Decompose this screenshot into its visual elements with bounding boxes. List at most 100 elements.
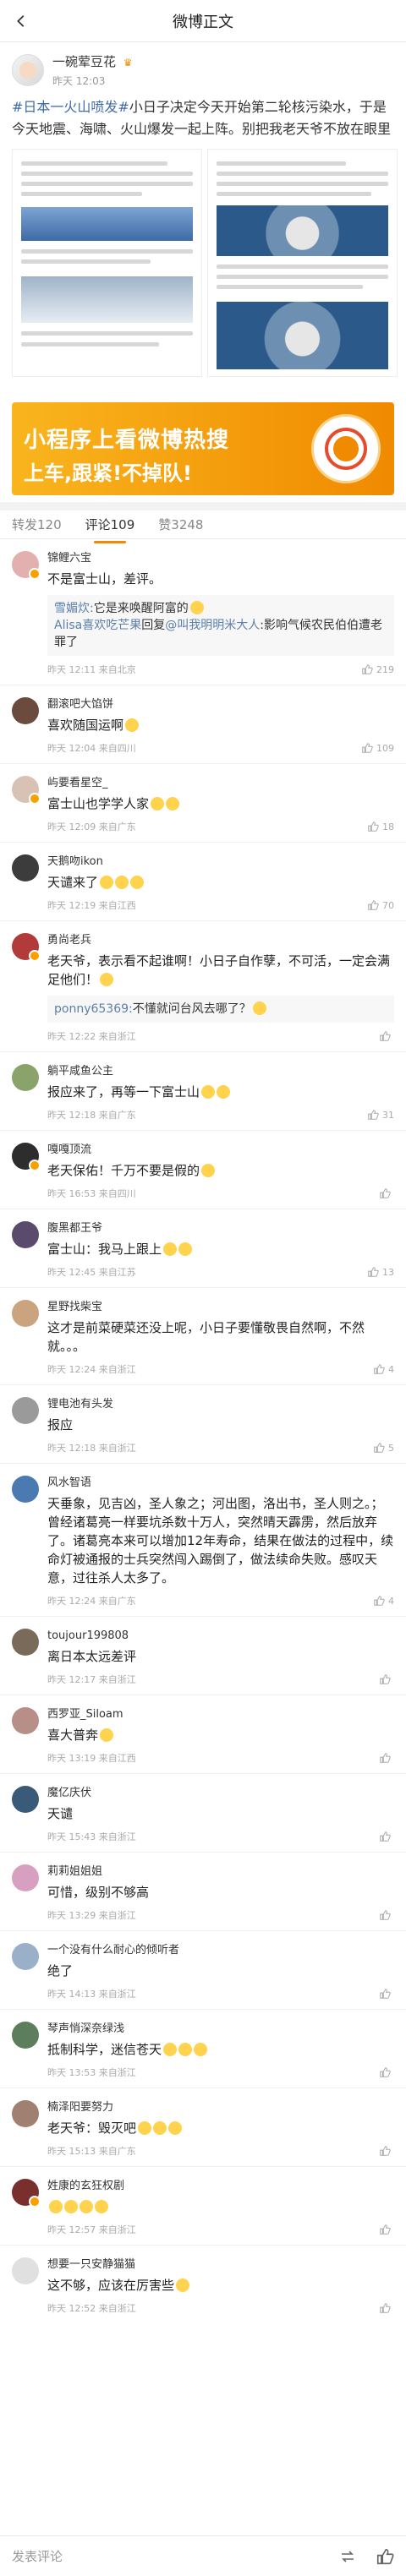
author-avatar[interactable] bbox=[12, 54, 44, 86]
comment-username[interactable]: 翻滚吧大馅饼 bbox=[47, 697, 394, 712]
emoji-icon bbox=[168, 2121, 183, 2135]
list-item: 莉莉姐姐姐 可惜，级别不够高 昨天 13:29 来自浙江 bbox=[0, 1853, 406, 1931]
comment-text: 老天爷：毁灭吧 bbox=[47, 2120, 137, 2136]
avatar[interactable] bbox=[12, 1707, 39, 1734]
like-button[interactable] bbox=[379, 2145, 394, 2157]
comment-username[interactable]: 魔亿庆伏 bbox=[47, 1786, 394, 1801]
like-button[interactable] bbox=[379, 1988, 394, 2000]
avatar[interactable] bbox=[12, 1864, 39, 1891]
emoji-icon bbox=[178, 2043, 193, 2056]
avatar[interactable] bbox=[12, 551, 41, 580]
comment-username[interactable]: 琴声悄深奈绿浅 bbox=[47, 2022, 394, 2037]
like-button[interactable] bbox=[379, 1673, 394, 1685]
comment-meta: 昨天 12:17 来自浙江 bbox=[47, 1674, 136, 1685]
like-button[interactable]: 13 bbox=[367, 1266, 394, 1278]
post-image-volcano-screenshot[interactable] bbox=[207, 149, 398, 377]
comment-input[interactable]: 发表评论 bbox=[12, 2547, 338, 2565]
avatar[interactable] bbox=[12, 2022, 39, 2049]
comment-username[interactable]: 腹黑都王爷 bbox=[47, 1221, 394, 1236]
avatar[interactable] bbox=[12, 2257, 39, 2284]
like-button[interactable]: 5 bbox=[373, 1442, 394, 1454]
comment-username[interactable]: 一个没有什么耐心的倾听者 bbox=[47, 1943, 394, 1958]
emoji-icon bbox=[189, 601, 204, 614]
list-item: 躺平咸鱼公主 报应来了，再等一下富士山 昨天 12:18 来自广东 31 bbox=[0, 1052, 406, 1131]
comment-username[interactable]: 嘎嘎顶流 bbox=[47, 1143, 394, 1158]
like-button[interactable] bbox=[379, 1030, 394, 1042]
thumbs-up-icon bbox=[380, 2224, 391, 2235]
tab-reposts[interactable]: 转发120 bbox=[12, 506, 62, 543]
comment-username[interactable]: 莉莉姐姐姐 bbox=[47, 1864, 394, 1880]
comment-replies[interactable]: ponny65369:不懂就问台风去哪了？ bbox=[47, 996, 394, 1023]
chevron-left-icon bbox=[17, 15, 25, 27]
like-button[interactable]: 70 bbox=[367, 899, 394, 911]
avatar[interactable] bbox=[12, 1143, 41, 1171]
comment-meta: 昨天 15:43 来自浙江 bbox=[47, 1831, 136, 1842]
back-button[interactable] bbox=[8, 8, 34, 34]
like-button[interactable] bbox=[379, 1752, 394, 1764]
avatar[interactable] bbox=[12, 1300, 39, 1327]
avatar[interactable] bbox=[12, 697, 39, 724]
like-button[interactable] bbox=[379, 1831, 394, 1842]
comment-username[interactable]: 风水智语 bbox=[47, 1476, 394, 1491]
like-button[interactable]: 109 bbox=[361, 742, 394, 754]
comment-username[interactable]: 屿要看星空_ bbox=[47, 776, 394, 791]
like-button[interactable]: 4 bbox=[373, 1595, 394, 1607]
comment-meta: 昨天 12:19 来自江西 bbox=[47, 900, 136, 911]
avatar[interactable] bbox=[12, 1064, 39, 1091]
post-author: 一碗荤豆花 ♛ 昨天 12:03 bbox=[12, 52, 394, 88]
avatar[interactable] bbox=[12, 2179, 41, 2208]
emoji-icon bbox=[125, 718, 140, 732]
emoji-icon bbox=[100, 973, 114, 986]
avatar[interactable] bbox=[12, 2100, 39, 2127]
comment-username[interactable]: 勇尚老兵 bbox=[47, 933, 394, 948]
comment-username[interactable]: 姓康的玄狂权剧 bbox=[47, 2179, 394, 2194]
comment-meta: 昨天 12:22 来自浙江 bbox=[47, 1031, 136, 1042]
like-button[interactable]: 31 bbox=[367, 1109, 394, 1121]
avatar[interactable] bbox=[12, 1221, 39, 1248]
comment-username[interactable]: 天鹅吻ikon bbox=[47, 854, 394, 870]
comment-username[interactable]: 楠泽阳要努力 bbox=[47, 2100, 394, 2115]
like-button[interactable] bbox=[379, 2302, 394, 2314]
like-button[interactable]: 18 bbox=[367, 821, 394, 832]
emoji-icon bbox=[151, 797, 165, 810]
comment-username[interactable]: toujour199808 bbox=[47, 1629, 394, 1644]
comment-meta: 昨天 12:11 来自北京 bbox=[47, 664, 136, 675]
avatar[interactable] bbox=[12, 854, 39, 881]
like-button[interactable]: 219 bbox=[361, 663, 394, 675]
weibo-detail-page: 微博正文 一碗荤豆花 ♛ 昨天 12:03 #日本一火山喷发#小日子决定今天开始… bbox=[0, 0, 406, 2576]
avatar[interactable] bbox=[12, 933, 41, 962]
like-button[interactable] bbox=[379, 2066, 394, 2078]
mini-program-banner[interactable]: 小程序上看微博热搜 上车,跟紧!不掉队! bbox=[12, 402, 394, 495]
post-image-news-screenshot[interactable] bbox=[12, 149, 202, 377]
like-button[interactable] bbox=[379, 1909, 394, 1921]
emoji-icon bbox=[166, 797, 180, 810]
comment-username[interactable]: 锦鲤六宝 bbox=[47, 551, 394, 566]
avatar[interactable] bbox=[12, 1786, 39, 1813]
like-button[interactable] bbox=[379, 2224, 394, 2235]
thumbs-up-icon bbox=[380, 2303, 391, 2313]
tab-likes[interactable]: 赞3248 bbox=[158, 506, 203, 543]
thumbs-up-icon bbox=[368, 1110, 379, 1120]
comment-meta: 昨天 12:24 来自浙江 bbox=[47, 1364, 136, 1375]
comment-replies[interactable]: 雪媚炊:它是来唤醒阿富的 Alisa喜欢吃芒果回复@叫我明明米大人:影响气候农民… bbox=[47, 595, 394, 656]
comment-username[interactable]: 躺平咸鱼公主 bbox=[47, 1064, 394, 1079]
post-time: 昨天 12:03 bbox=[52, 75, 106, 87]
avatar[interactable] bbox=[12, 1476, 39, 1503]
like-post-button[interactable] bbox=[376, 2547, 394, 2566]
avatar[interactable] bbox=[12, 776, 41, 805]
comment-username[interactable]: 锂电池有头发 bbox=[47, 1397, 394, 1412]
like-button[interactable] bbox=[379, 1187, 394, 1199]
list-item: 翻滚吧大馅饼 喜欢随国运啊 昨天 12:04 来自四川 109 bbox=[0, 685, 406, 764]
avatar[interactable] bbox=[12, 1943, 39, 1970]
emoji-icon bbox=[115, 876, 129, 889]
avatar[interactable] bbox=[12, 1397, 39, 1424]
hashtag-link[interactable]: #日本一火山喷发# bbox=[12, 99, 129, 115]
comment-username[interactable]: 西罗亚_Siloam bbox=[47, 1707, 394, 1722]
author-name[interactable]: 一碗荤豆花 bbox=[52, 54, 116, 69]
tab-comments[interactable]: 评论109 bbox=[85, 506, 134, 543]
repost-button[interactable] bbox=[338, 2547, 357, 2566]
comment-username[interactable]: 想要一只安静猫猫 bbox=[47, 2257, 394, 2273]
comment-username[interactable]: 星野找柴宝 bbox=[47, 1300, 394, 1315]
avatar[interactable] bbox=[12, 1629, 39, 1656]
like-button[interactable]: 4 bbox=[373, 1363, 394, 1375]
